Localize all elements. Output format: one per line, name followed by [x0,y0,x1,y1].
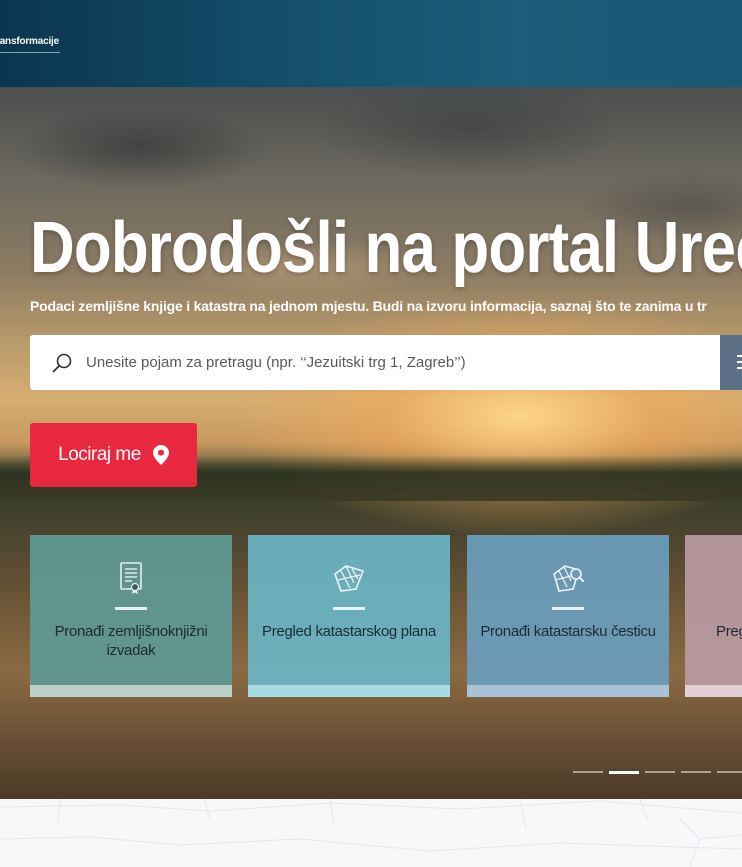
card-overview-partial[interactable]: Preg [685,535,742,697]
location-pin-icon [152,445,169,465]
card-label: Preg [716,623,742,640]
carousel-dot-active[interactable] [609,771,639,774]
search-bar [30,335,720,390]
top-header: ransformacije [0,0,742,87]
carousel-dot[interactable] [681,771,711,773]
map-plan-icon [334,565,365,592]
card-cadastral-plan[interactable]: Pregled katastarskog plana [248,535,450,697]
locate-me-button[interactable]: Lociraj me [30,423,197,487]
card-label: Pronađi katastarsku česticu [480,623,656,640]
card-label: Pronađi zemljišnoknjižni izvadak [54,623,208,659]
search-input[interactable] [86,335,706,390]
card-divider [333,607,365,610]
search-menu-button[interactable] [720,335,742,390]
menu-icon [737,355,742,373]
card-divider [552,607,584,610]
carousel-dot[interactable] [573,771,603,773]
document-certificate-icon [120,562,142,594]
map-background-strip [0,799,742,867]
card-land-registry-extract[interactable]: Pronađi zemljišnoknjižni izvadak [30,535,232,697]
map-lines-decoration [0,799,742,867]
hero-subtitle: Podaci zemljišne knjige i katastra na je… [30,298,707,314]
card-divider [115,607,147,610]
map-search-icon [553,565,584,592]
carousel-dot[interactable] [717,771,742,773]
card-find-cadastral-parcel[interactable]: Pronađi katastarsku česticu [467,535,669,697]
hero-title: Dobrodošli na portal Uređ [30,208,742,288]
card-label: Pregled katastarskog plana [262,623,436,640]
search-icon [52,353,72,373]
locate-me-label: Lociraj me [58,444,141,465]
brand-underline [0,52,60,53]
brand-text[interactable]: ransformacije [0,36,59,47]
hero-section: Dobrodošli na portal Uređ Podaci zemljiš… [0,87,742,799]
carousel-dot[interactable] [645,771,675,773]
